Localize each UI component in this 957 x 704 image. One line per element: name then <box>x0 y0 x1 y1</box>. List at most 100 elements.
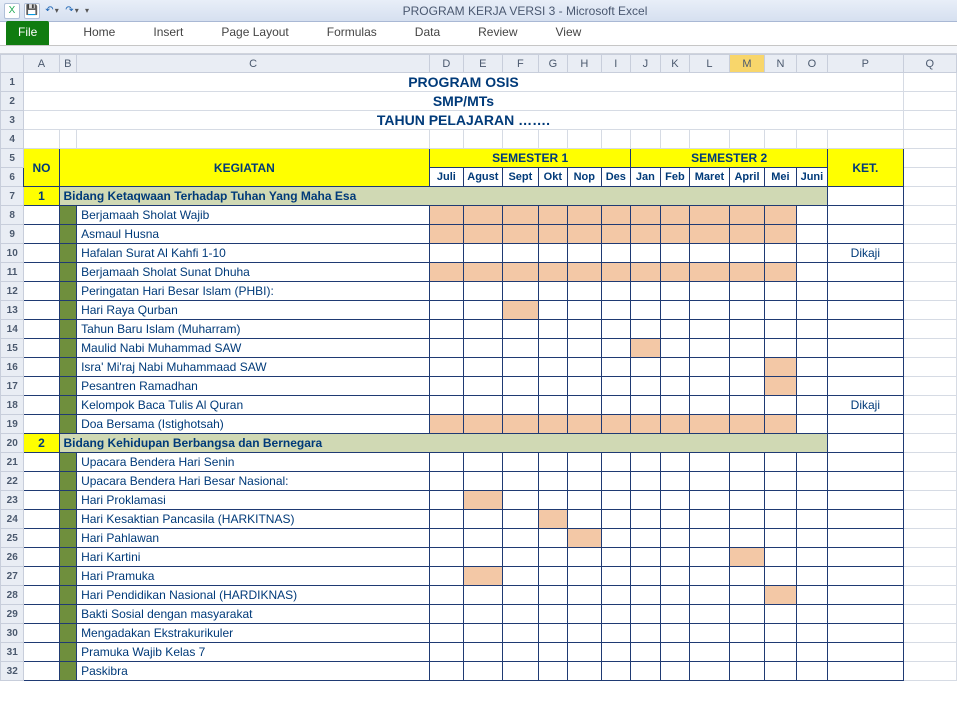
activity-text[interactable]: Asmaul Husna <box>77 225 430 244</box>
month-cell[interactable] <box>463 320 503 339</box>
month-cell[interactable] <box>690 491 730 510</box>
col-header-E[interactable]: E <box>463 55 503 73</box>
undo-icon[interactable]: ↶▾ <box>44 3 60 19</box>
cell[interactable] <box>903 586 957 605</box>
tab-data[interactable]: Data <box>411 21 444 45</box>
col-header-G[interactable]: G <box>538 55 567 73</box>
row-header-16[interactable]: 16 <box>1 358 24 377</box>
month-cell[interactable] <box>660 206 690 225</box>
month-cell[interactable] <box>631 491 661 510</box>
month-cell[interactable] <box>765 396 796 415</box>
month-cell[interactable] <box>796 453 828 472</box>
month-cell[interactable] <box>430 377 463 396</box>
month-cell[interactable] <box>729 225 765 244</box>
month-cell[interactable] <box>660 605 690 624</box>
month-cell[interactable] <box>463 605 503 624</box>
month-cell[interactable] <box>690 662 730 681</box>
month-cell[interactable] <box>631 548 661 567</box>
cell[interactable] <box>903 282 957 301</box>
month-cell[interactable] <box>463 643 503 662</box>
cell[interactable] <box>729 130 765 149</box>
month-cell[interactable] <box>463 263 503 282</box>
col-header-C[interactable]: C <box>77 55 430 73</box>
month-cell[interactable] <box>660 301 690 320</box>
month-cell[interactable] <box>463 567 503 586</box>
month-cell[interactable] <box>568 605 601 624</box>
worksheet-area[interactable]: ABCDEFGHIJKLMNOPQ 1PROGRAM OSIS2SMP/MTs3… <box>0 54 957 696</box>
month-cell[interactable] <box>660 472 690 491</box>
ket-cell[interactable] <box>828 206 903 225</box>
month-cell[interactable] <box>690 263 730 282</box>
month-cell[interactable] <box>601 491 631 510</box>
ket-cell[interactable]: Dikaji <box>828 244 903 263</box>
month-cell[interactable] <box>568 263 601 282</box>
row-header-21[interactable]: 21 <box>1 453 24 472</box>
month-cell[interactable] <box>690 206 730 225</box>
month-cell[interactable] <box>601 415 631 434</box>
ket-cell[interactable] <box>828 586 903 605</box>
save-icon[interactable]: 💾 <box>24 3 40 19</box>
month-cell[interactable] <box>631 282 661 301</box>
cell[interactable] <box>903 377 957 396</box>
ket-cell[interactable] <box>828 491 903 510</box>
row-header-31[interactable]: 31 <box>1 643 24 662</box>
month-cell[interactable] <box>601 510 631 529</box>
month-cell[interactable] <box>729 453 765 472</box>
month-cell[interactable] <box>538 358 567 377</box>
month-cell[interactable] <box>463 624 503 643</box>
month-cell[interactable] <box>538 567 567 586</box>
month-cell[interactable] <box>430 453 463 472</box>
month-cell[interactable] <box>690 472 730 491</box>
row-header-7[interactable]: 7 <box>1 187 24 206</box>
month-cell[interactable] <box>538 320 567 339</box>
month-cell[interactable] <box>729 320 765 339</box>
col-header-A[interactable]: A <box>24 55 59 73</box>
cell[interactable] <box>903 415 957 434</box>
month-cell[interactable] <box>729 510 765 529</box>
month-cell[interactable] <box>538 624 567 643</box>
month-cell[interactable] <box>631 662 661 681</box>
cell[interactable] <box>903 149 957 168</box>
month-cell[interactable] <box>796 282 828 301</box>
cell[interactable] <box>463 130 503 149</box>
activity-text[interactable]: Hari Pahlawan <box>77 529 430 548</box>
month-cell[interactable] <box>690 282 730 301</box>
month-cell[interactable] <box>796 586 828 605</box>
ket-cell[interactable] <box>828 605 903 624</box>
row-header-10[interactable]: 10 <box>1 244 24 263</box>
month-cell[interactable] <box>690 377 730 396</box>
cell-no[interactable] <box>24 320 59 339</box>
col-header-P[interactable]: P <box>828 55 903 73</box>
month-cell[interactable] <box>568 472 601 491</box>
month-cell[interactable] <box>660 282 690 301</box>
month-cell[interactable] <box>430 263 463 282</box>
month-cell[interactable] <box>631 586 661 605</box>
month-cell[interactable] <box>430 567 463 586</box>
col-header-H[interactable]: H <box>568 55 601 73</box>
month-cell[interactable] <box>631 263 661 282</box>
month-cell[interactable] <box>601 586 631 605</box>
activity-text[interactable]: Pramuka Wajib Kelas 7 <box>77 643 430 662</box>
month-cell[interactable] <box>463 548 503 567</box>
month-cell[interactable] <box>568 339 601 358</box>
month-cell[interactable] <box>796 624 828 643</box>
month-cell[interactable] <box>729 301 765 320</box>
month-cell[interactable] <box>765 624 796 643</box>
month-cell[interactable] <box>538 662 567 681</box>
activity-text[interactable]: Berjamaah Sholat Sunat Dhuha <box>77 263 430 282</box>
cell-no[interactable] <box>24 263 59 282</box>
month-cell[interactable] <box>601 339 631 358</box>
month-cell[interactable] <box>430 548 463 567</box>
cell[interactable] <box>828 187 903 206</box>
month-cell[interactable] <box>765 377 796 396</box>
month-cell[interactable] <box>601 472 631 491</box>
row-header-25[interactable]: 25 <box>1 529 24 548</box>
month-cell[interactable] <box>568 225 601 244</box>
row-header-11[interactable]: 11 <box>1 263 24 282</box>
cell[interactable] <box>903 434 957 453</box>
cell[interactable] <box>903 624 957 643</box>
month-cell[interactable] <box>503 643 538 662</box>
month-cell[interactable] <box>538 643 567 662</box>
tab-insert[interactable]: Insert <box>149 21 187 45</box>
activity-text[interactable]: Maulid Nabi Muhammad SAW <box>77 339 430 358</box>
